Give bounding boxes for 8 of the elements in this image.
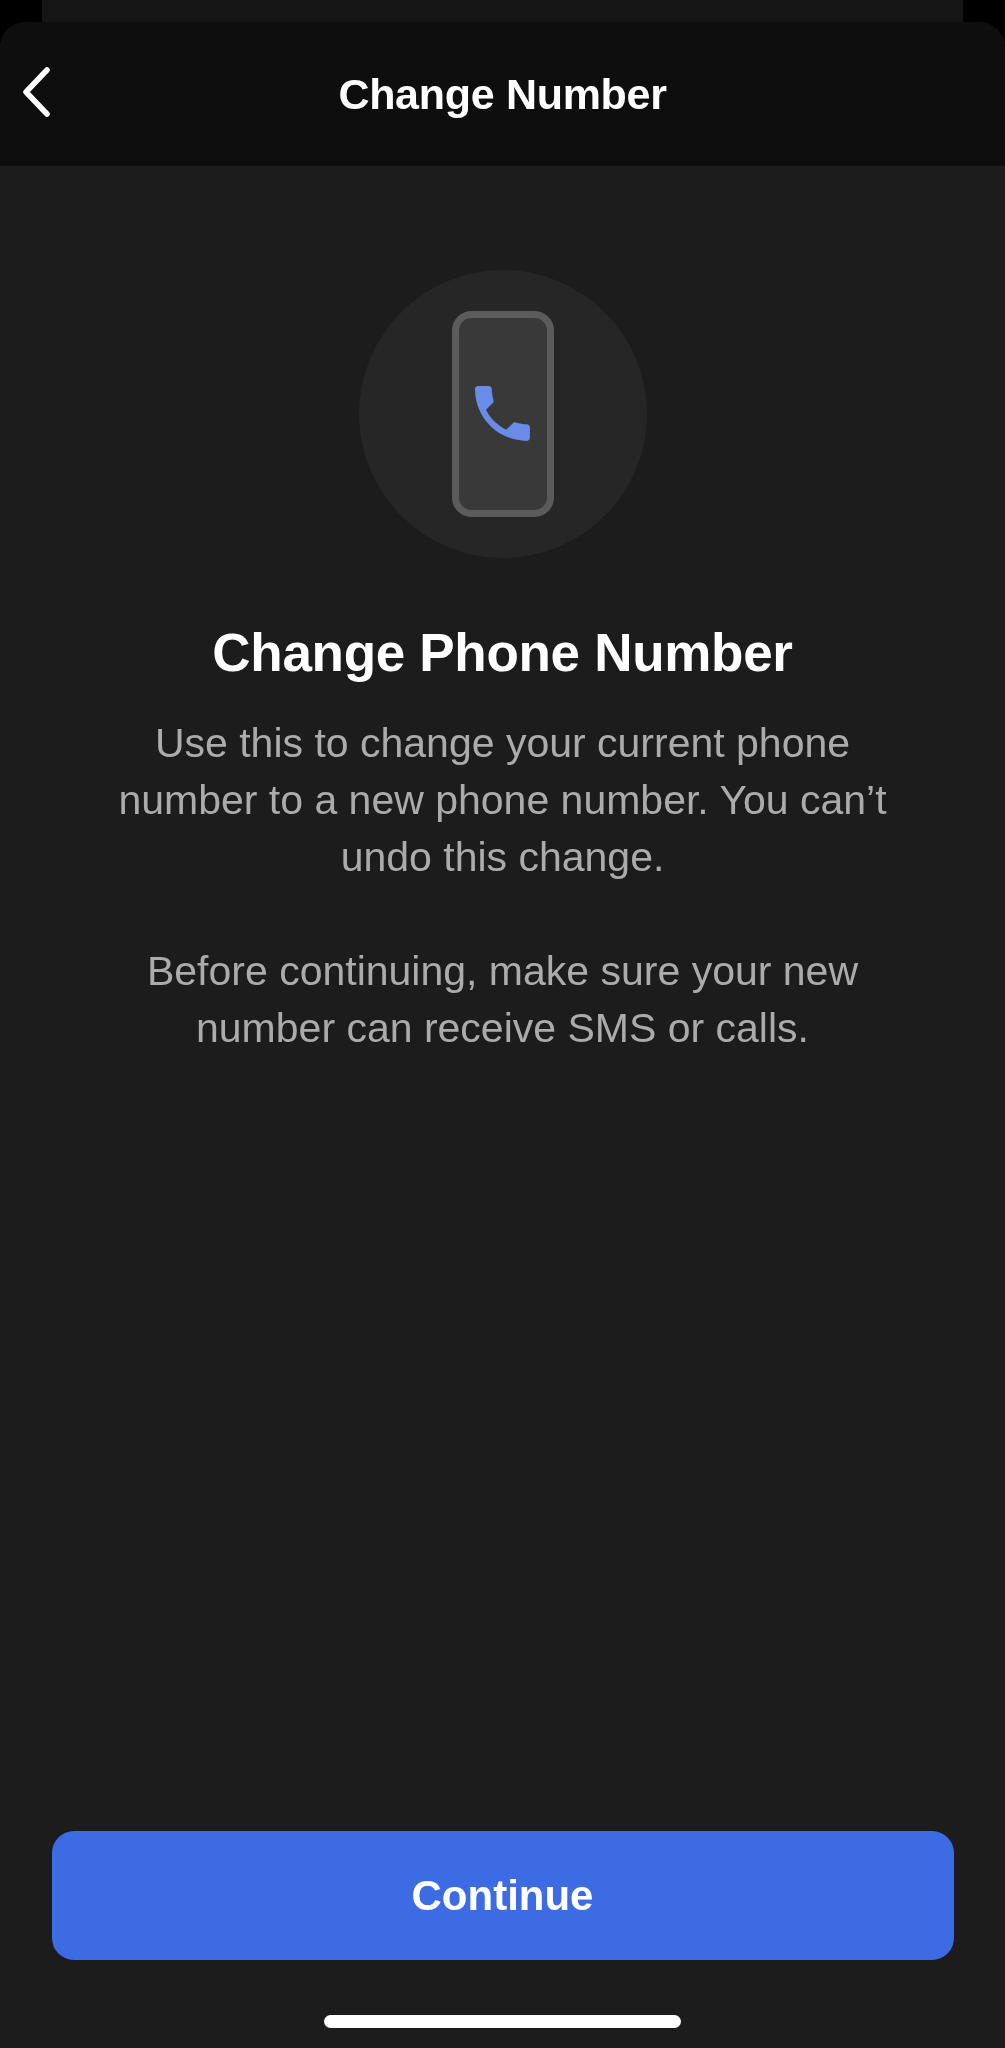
continue-button[interactable]: Continue: [51, 1831, 954, 1960]
page-heading: Change Phone Number: [212, 622, 793, 684]
back-button[interactable]: [22, 67, 51, 117]
description-text: Use this to change your current phone number to a new phone number. You can’t undo this change.: [117, 719, 888, 882]
screen-title: Change Number: [338, 69, 667, 119]
chevron-left-icon: [22, 67, 51, 117]
smartphone-call-icon: [358, 270, 647, 558]
description-text: Before continuing, make sure your new number can receive SMS or calls.: [145, 947, 860, 1053]
